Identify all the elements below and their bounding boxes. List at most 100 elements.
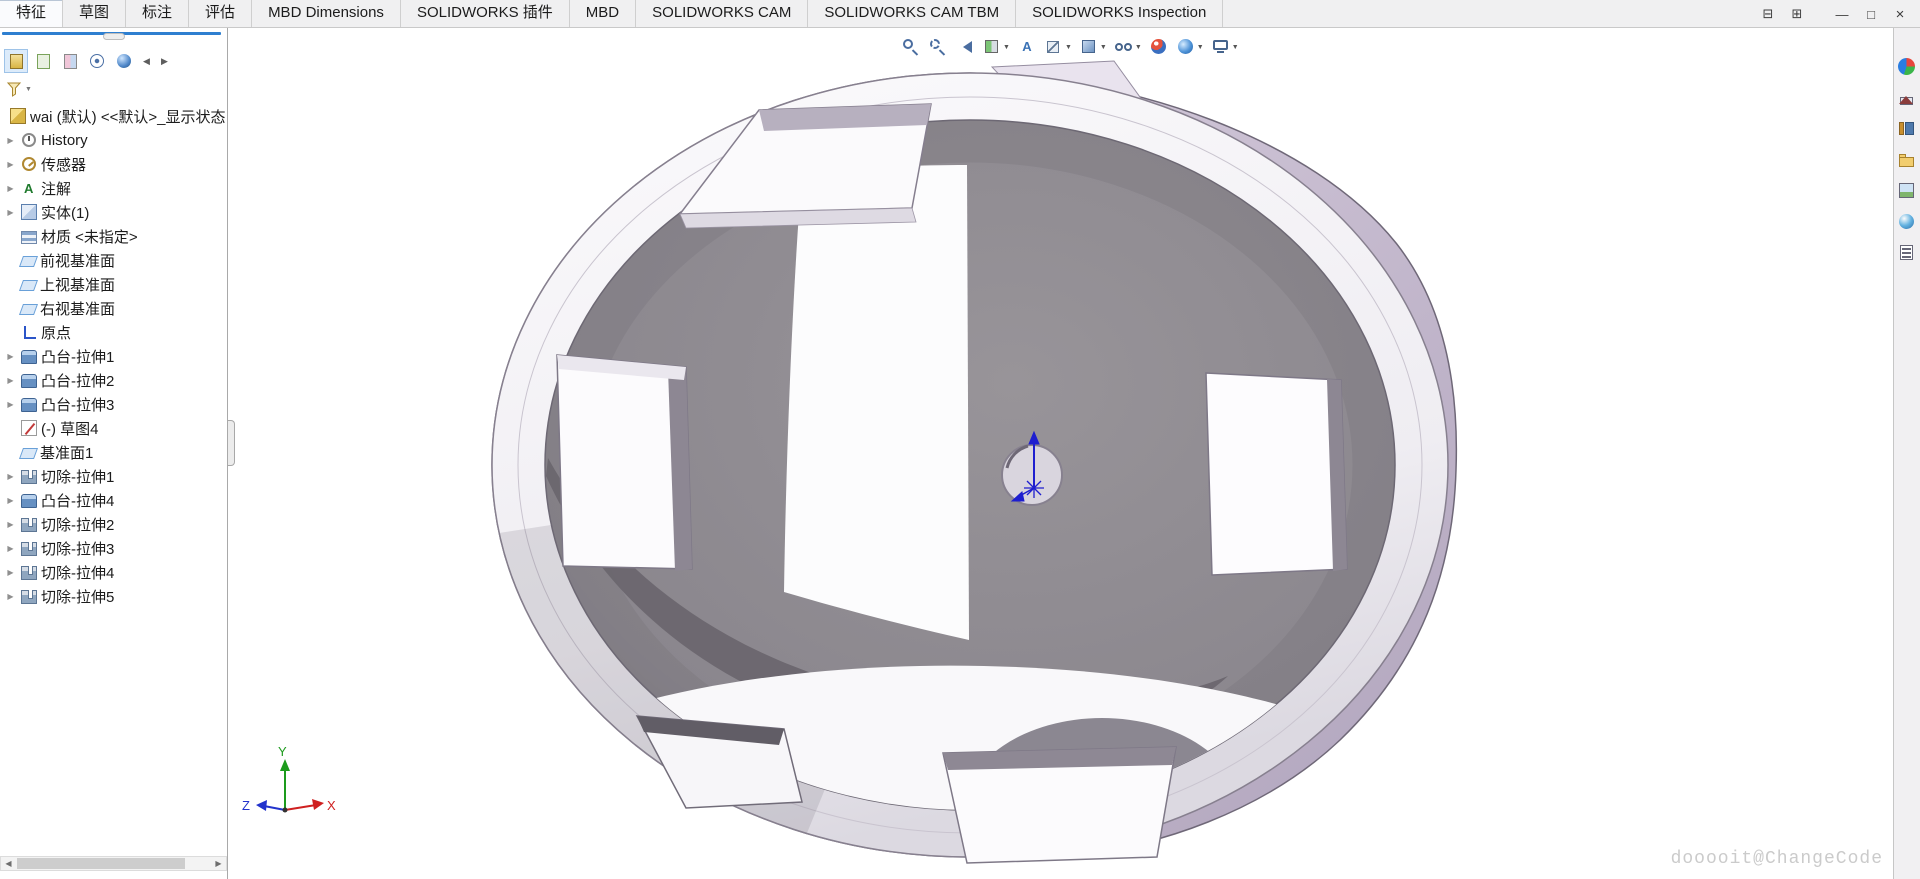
tree-item[interactable]: (-) 草图4 — [0, 416, 226, 440]
expand-arrow[interactable]: ▶ — [4, 592, 17, 601]
dropdown-caret-icon[interactable]: ▼ — [1065, 44, 1072, 51]
apply-scene-icon[interactable]: ▼ — [1175, 36, 1205, 58]
model-window-right[interactable] — [1206, 373, 1347, 575]
dynamic-annotation-views-icon[interactable] — [1016, 36, 1038, 58]
model-window-bottom-left[interactable] — [637, 716, 802, 808]
plane-icon — [19, 280, 38, 291]
panel-tab-scroll-forward[interactable]: ▶ — [157, 56, 172, 67]
tree-item[interactable]: ▶凸台-拉伸2 — [0, 368, 226, 392]
expand-arrow[interactable]: ▶ — [4, 376, 17, 385]
ribbon-tab-标注[interactable]: 标注 — [126, 0, 189, 27]
dropdown-caret-icon[interactable]: ▼ — [1135, 44, 1142, 51]
zoom-to-fit-icon[interactable] — [900, 36, 922, 58]
model-window-left[interactable] — [557, 355, 692, 571]
panel-collapse-handle[interactable] — [103, 33, 125, 40]
expand-arrow[interactable]: ▶ — [4, 160, 17, 169]
ribbon-tab-特征[interactable]: 特征 — [0, 0, 63, 27]
ribbon-tab-SOLIDWORKS CAM TBM[interactable]: SOLIDWORKS CAM TBM — [808, 0, 1016, 27]
tree-item[interactable]: ▶凸台-拉伸4 — [0, 488, 226, 512]
ribbon-tab-草图[interactable]: 草图 — [63, 0, 126, 27]
orientation-triad[interactable]: Y X Z — [242, 744, 336, 813]
tree-item[interactable]: 材质 <未指定> — [0, 224, 226, 248]
expand-arrow[interactable]: ▶ — [4, 400, 17, 409]
tree-item[interactable]: ▶注解 — [0, 176, 226, 200]
toggle-display-pane-button[interactable]: ⊞ — [1789, 6, 1805, 22]
previous-view-icon[interactable] — [954, 36, 976, 58]
dimxpertmanager-tab[interactable] — [85, 49, 109, 73]
tree-item[interactable]: 基准面1 — [0, 440, 226, 464]
tree-item[interactable]: ▶切除-拉伸2 — [0, 512, 226, 536]
tree-item[interactable]: 右视基准面 — [0, 296, 226, 320]
ribbon-tab-评估[interactable]: 评估 — [189, 0, 252, 27]
display-style-icon[interactable]: ▼ — [1078, 36, 1108, 58]
design-library-icon[interactable] — [1896, 118, 1918, 140]
displaymanager-tab[interactable] — [112, 49, 136, 73]
tree-item[interactable]: ▶实体(1) — [0, 200, 226, 224]
custom-properties-icon[interactable] — [1896, 242, 1918, 264]
file-explorer-icon[interactable] — [1896, 149, 1918, 171]
filter-funnel-icon[interactable] — [6, 81, 22, 97]
solidworks-resources-icon[interactable] — [1896, 87, 1918, 109]
propertymanager-tab[interactable] — [31, 49, 55, 73]
expand-arrow[interactable]: ▶ — [4, 496, 17, 505]
minimize-button[interactable]: — — [1834, 7, 1850, 22]
expand-arrow[interactable]: ▶ — [4, 208, 17, 217]
tree-item[interactable]: 上视基准面 — [0, 272, 226, 296]
view-settings-icon[interactable]: ▼ — [1210, 36, 1240, 58]
appearances-scenes-icon[interactable] — [1896, 211, 1918, 233]
configurationmanager-tab[interactable] — [58, 49, 82, 73]
tree-item[interactable]: 前视基准面 — [0, 248, 226, 272]
scroll-left-arrow[interactable]: ◀ — [1, 859, 16, 868]
model-window-top[interactable] — [680, 104, 931, 228]
edit-appearance-icon[interactable] — [1148, 36, 1170, 58]
filter-caret-icon[interactable]: ▼ — [25, 86, 32, 93]
tree-item[interactable]: ▶切除-拉伸1 — [0, 464, 226, 488]
dropdown-caret-icon[interactable]: ▼ — [1197, 44, 1204, 51]
expand-arrow[interactable]: ▶ — [4, 184, 17, 193]
tree-item[interactable]: ▶History — [0, 128, 226, 152]
tree-item[interactable]: ▶传感器 — [0, 152, 226, 176]
tree-root-item[interactable]: wai (默认) <<默认>_显示状态 — [0, 104, 226, 128]
model-window-bottom[interactable] — [943, 747, 1176, 863]
expand-arrow[interactable]: ▶ — [4, 568, 17, 577]
tree-item-label: 材质 <未指定> — [41, 226, 138, 247]
expand-arrow[interactable]: ▶ — [4, 544, 17, 553]
ribbon-tab-SOLIDWORKS Inspection[interactable]: SOLIDWORKS Inspection — [1016, 0, 1223, 27]
expand-arrow[interactable]: ▶ — [4, 136, 17, 145]
ribbon-tab-SOLIDWORKS 插件[interactable]: SOLIDWORKS 插件 — [401, 0, 570, 27]
hide-show-items-icon[interactable]: ▼ — [1113, 36, 1143, 58]
model-hub-hole[interactable] — [1002, 445, 1062, 505]
tree-item[interactable]: ▶凸台-拉伸1 — [0, 344, 226, 368]
scrollbar-thumb[interactable] — [17, 858, 185, 869]
marketplace-icon[interactable] — [1896, 56, 1918, 78]
close-button[interactable]: × — [1892, 6, 1908, 23]
dropdown-caret-icon[interactable]: ▼ — [1100, 44, 1107, 51]
tree-item[interactable]: ▶切除-拉伸3 — [0, 536, 226, 560]
ribbon-tab-SOLIDWORKS CAM[interactable]: SOLIDWORKS CAM — [636, 0, 808, 27]
viewport-3d[interactable]: ▼ ▼ ▼ ▼ ▼ ▼ — [228, 28, 1893, 879]
expand-arrow[interactable]: ▶ — [4, 520, 17, 529]
panel-splitter-handle[interactable] — [228, 420, 235, 466]
tree-item[interactable]: ▶切除-拉伸5 — [0, 584, 226, 608]
featuremanager-tab[interactable] — [4, 49, 28, 73]
tree-item-label: 前视基准面 — [40, 250, 115, 271]
view-palette-icon[interactable] — [1896, 180, 1918, 202]
zoom-to-area-icon[interactable] — [927, 36, 949, 58]
expand-arrow[interactable]: ▶ — [4, 352, 17, 361]
toggle-task-pane-button[interactable]: ⊟ — [1760, 6, 1776, 22]
ribbon-tab-MBD[interactable]: MBD — [570, 0, 636, 27]
tree-item[interactable]: ▶凸台-拉伸3 — [0, 392, 226, 416]
expand-arrow[interactable]: ▶ — [4, 472, 17, 481]
tree-item[interactable]: ▶切除-拉伸4 — [0, 560, 226, 584]
tree-item[interactable]: 原点 — [0, 320, 226, 344]
ribbon-tab-MBD Dimensions[interactable]: MBD Dimensions — [252, 0, 401, 27]
dropdown-caret-icon[interactable]: ▼ — [1232, 44, 1239, 51]
solidworks-window: 特征草图标注评估MBD DimensionsSOLIDWORKS 插件MBDSO… — [0, 0, 1920, 879]
scroll-right-arrow[interactable]: ▶ — [211, 859, 226, 868]
panel-tab-scroll-back[interactable]: ◀ — [139, 56, 154, 67]
view-orientation-icon[interactable]: ▼ — [1043, 36, 1073, 58]
dropdown-caret-icon[interactable]: ▼ — [1003, 44, 1010, 51]
restore-button[interactable]: □ — [1863, 7, 1879, 22]
model-canvas[interactable]: Y X Z — [228, 28, 1893, 879]
section-view-icon[interactable]: ▼ — [981, 36, 1011, 58]
